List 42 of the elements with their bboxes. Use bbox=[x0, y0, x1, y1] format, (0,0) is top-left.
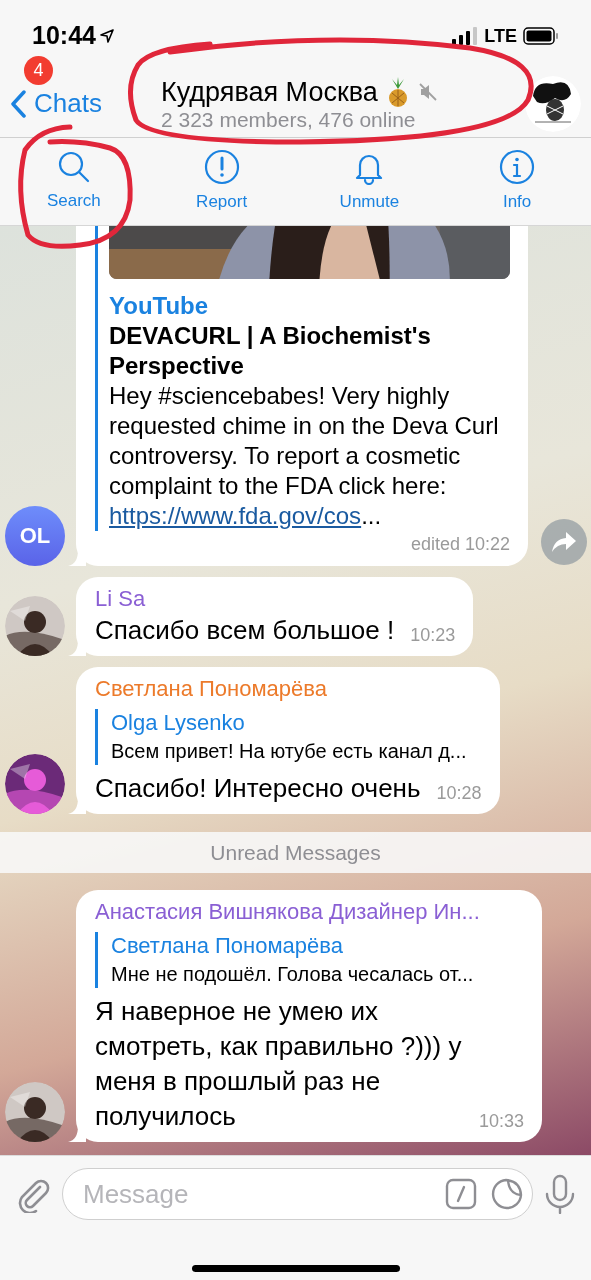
status-time: 10:44 bbox=[32, 20, 96, 52]
sender-name[interactable]: Li Sa bbox=[95, 584, 456, 613]
reply-sender: Светлана Пономарёва bbox=[111, 932, 344, 960]
action-button[interactable]: Info bbox=[443, 138, 591, 225]
reply-sender: Olga Lysenko bbox=[111, 708, 246, 737]
link-title: DEVACURL | A Biochemist's Perspective bbox=[109, 320, 432, 381]
message-text: Спасибо! Интересно очень bbox=[95, 771, 421, 805]
reply-text: Всем привет! На ютубе есть канал д... bbox=[111, 738, 468, 764]
message-time: 10:28 bbox=[435, 781, 482, 805]
chat-title[interactable]: Кудрявая Москва bbox=[161, 75, 378, 108]
back-chevron-icon bbox=[10, 89, 26, 118]
action-button[interactable]: Search bbox=[0, 138, 148, 225]
link-description: Hey #sciencebabes! Very highly requested chime in on the Deva Curl controversy. To report a cosmetic complaint to the FDA click here: https://www.fda.gov/cos... bbox=[109, 380, 500, 531]
back-button[interactable]: Chats bbox=[10, 84, 102, 123]
message-text: Я наверное не умею их смотреть, как правильно ?))) у меня в прошлый раз не получилось bbox=[95, 995, 463, 1133]
message-time: 10:33 bbox=[477, 1110, 524, 1133]
unread-badge: 4 bbox=[24, 56, 53, 85]
reply-text: Мне не подошёл. Голова чесалась от... bbox=[111, 962, 475, 987]
link-site: YouTube bbox=[109, 290, 210, 321]
message-time: edited 10:22 bbox=[410, 532, 510, 556]
search-icon bbox=[56, 149, 91, 184]
exclamation-icon bbox=[203, 148, 240, 185]
share-arrow-icon bbox=[552, 531, 576, 552]
action-button[interactable]: Report bbox=[147, 138, 296, 225]
microphone-icon[interactable] bbox=[543, 1174, 577, 1214]
sticker-icon[interactable] bbox=[491, 1178, 523, 1210]
info-icon bbox=[499, 148, 536, 185]
message-text: Спасибо всем большое ! bbox=[95, 613, 395, 647]
link[interactable]: https://www.fda.gov/cos bbox=[109, 501, 362, 529]
avatar[interactable]: OL bbox=[5, 505, 65, 566]
message-field[interactable]: Message bbox=[62, 1168, 533, 1220]
action-button[interactable]: Unmute bbox=[295, 138, 444, 225]
sender-name[interactable]: Светлана Пономарёва bbox=[95, 674, 482, 703]
forward-button[interactable] bbox=[541, 518, 587, 565]
sender-name[interactable]: Анастасия Вишнякова Дизайнер Ин... bbox=[95, 898, 524, 926]
location-arrow-icon bbox=[99, 29, 114, 43]
slash-command-icon[interactable] bbox=[445, 1178, 477, 1210]
battery-icon bbox=[523, 27, 559, 45]
message-time: 10:23 bbox=[409, 623, 456, 647]
network-label: LTE bbox=[484, 24, 517, 48]
member-count: 2 323 members, 476 online bbox=[161, 107, 417, 132]
signal-icon bbox=[452, 27, 479, 45]
